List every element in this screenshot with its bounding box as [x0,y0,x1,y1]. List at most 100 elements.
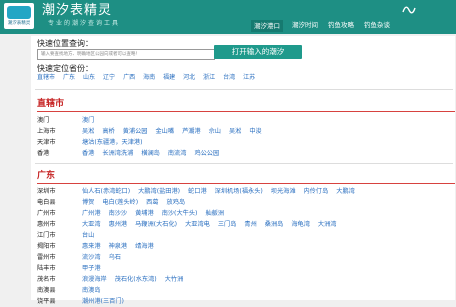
port-link[interactable]: 乌石 [109,254,121,261]
port-links: 流沙湾 乌石 [82,252,129,263]
port-link[interactable]: 大亚湾 [82,221,101,228]
port-links: 潮州港(三百门) [82,296,132,307]
nav-tide-time[interactable]: 潮汐时间 [292,20,318,30]
port-link[interactable]: 佘山 [209,128,221,135]
port-link[interactable]: 惠来港 [82,243,101,250]
port-link[interactable]: 大鹏湾(盐田港) [138,188,180,195]
province-link[interactable]: 浙江 [203,74,215,81]
port-link[interactable]: 塘沽(东疆港，天津港) [82,139,143,146]
region-underline [37,111,455,112]
port-link[interactable]: 横澜岛 [141,150,160,157]
port-link[interactable]: 南沙沙 [109,210,128,217]
port-row: 茂名市 浪漫海岸 茂石化(水东湾) 大竹洲 [37,274,455,285]
port-link[interactable]: 金山嘴 [156,128,175,135]
province-link[interactable]: 福建 [163,74,175,81]
nav-tide-ports[interactable]: 潮汐港口 [251,20,283,32]
port-link[interactable]: 坝光海滩 [271,188,296,195]
port-link[interactable]: 香港 [82,150,94,157]
city-name: 江门市 [37,232,56,239]
port-link[interactable]: 大洲湾 [318,221,337,228]
port-link[interactable]: 高桥 [102,128,114,135]
port-link[interactable]: 青州 [244,221,256,228]
port-link[interactable]: 茂石化(水东湾) [115,276,157,283]
port-link[interactable]: 南流湾 [168,150,187,157]
port-link[interactable]: 神泉港 [109,243,128,250]
search-input[interactable]: 输入要查找地方、明确地区公园向或者可以查略！ [37,49,215,60]
city-name: 南澳县 [37,287,56,294]
port-link[interactable]: 吴淞 [229,128,241,135]
port-link[interactable]: 西葛 [146,199,158,206]
port-link[interactable]: 南沙(大牛头) [162,210,198,217]
city-name: 惠州市 [37,221,56,228]
port-link[interactable]: 潮州港(三百门) [82,298,124,305]
site-logo[interactable]: 潮汐表精灵 [4,3,34,29]
port-link[interactable]: 流沙湾 [82,254,101,261]
port-links: 吴淞 高桥 黄浦公园 金山嘴 芦潮港 佘山 吴淞 中浚 [82,126,270,137]
port-link[interactable]: 马鞭洲(大石化) [135,221,177,228]
port-link[interactable]: 吴淞 [82,128,94,135]
province-link[interactable]: 辽宁 [103,74,115,81]
divider [35,89,453,90]
province-link[interactable]: 海南 [143,74,155,81]
city-name: 饶平县 [37,298,56,305]
province-link[interactable]: 江苏 [243,74,255,81]
port-link[interactable]: 黄埔港 [135,210,154,217]
port-link[interactable]: 广州港 [82,210,101,217]
port-link[interactable]: 蛇口港 [188,188,207,195]
port-link[interactable]: 内伶仃岛 [304,188,329,195]
nav-fishing-talk[interactable]: 钓鱼杂谈 [364,20,390,30]
province-link[interactable]: 广西 [123,74,135,81]
port-row: 雷州市 流沙湾 乌石 [37,252,455,263]
province-link[interactable]: 直辖市 [37,74,55,81]
header: 潮汐表精灵 潮汐表精灵 专业的潮汐查询工具 潮汐港口 潮汐时间 钓鱼攻略 钓鱼杂… [0,0,456,34]
city-name: 澳门 [37,117,50,124]
port-link[interactable]: 长洲湾洗浦 [102,150,133,157]
port-link[interactable]: 中浚 [249,128,261,135]
port-row: 澳门 澳门 [37,115,455,126]
port-row: 惠州市 大亚湾 惠州港 马鞭洲(大石化) 大亚湾电 三门岛 青州 桑洲岛 海龟湾 大洲湾 [37,219,455,230]
province-link[interactable]: 河北 [183,74,195,81]
province-link[interactable]: 台湾 [223,74,235,81]
port-link[interactable]: 放鸡岛 [167,199,186,206]
region-underline [37,183,455,184]
port-link[interactable]: 桑洲岛 [265,221,284,228]
port-link[interactable]: 甲子港 [82,265,101,272]
province-link[interactable]: 广东 [63,74,75,81]
port-link[interactable]: 仙人石(赤湾蛇口) [82,188,130,195]
port-links: 惠来港 神泉港 靖海港 [82,241,162,252]
port-row: 陆丰市 甲子港 [37,263,455,274]
port-link[interactable]: 三门岛 [218,221,237,228]
port-link[interactable]: 深圳机场(福永头) [215,188,263,195]
port-link[interactable]: 澳门 [82,117,94,124]
city-name: 天津市 [37,139,56,146]
search-button[interactable]: 打开输入的潮汐 [214,45,302,59]
port-row: 江门市 台山 [37,230,455,241]
region-title: 广东 [37,171,56,181]
port-links: 博贺 电白(莲头岭) 西葛 放鸡岛 [82,197,193,208]
port-link[interactable]: 电白(莲头岭) [102,199,138,206]
main-panel: 快速位置查询： 输入要查找地方、明确地区公园向或者可以查略！ 打开输入的潮汐 快… [31,36,455,305]
site-title[interactable]: 潮汐表精灵 [42,3,112,19]
port-link[interactable]: 舢舨洲 [205,210,224,217]
port-link[interactable]: 芦潮港 [182,128,201,135]
search-title: 快速位置查询： [37,39,93,48]
port-link[interactable]: 靖海港 [135,243,154,250]
port-links: 南澳岛 [82,285,109,296]
site-slogan: 专业的潮汐查询工具 [48,20,121,27]
port-link[interactable]: 黄浦公园 [123,128,148,135]
port-link[interactable]: 大亚湾电 [185,221,210,228]
city-name: 电白县 [37,199,56,206]
port-link[interactable]: 南澳岛 [82,287,101,294]
port-link[interactable]: 鸡公公园 [194,150,219,157]
port-link[interactable]: 大竹洲 [165,276,184,283]
nav-fishing-guide[interactable]: 钓鱼攻略 [328,20,354,30]
port-link[interactable]: 台山 [82,232,94,239]
port-link[interactable]: 惠州港 [109,221,128,228]
province-link[interactable]: 山东 [83,74,95,81]
port-links: 浪漫海岸 茂石化(水东湾) 大竹洲 [82,274,191,285]
port-link[interactable]: 浪漫海岸 [82,276,107,283]
port-link[interactable]: 博贺 [82,199,94,206]
port-link[interactable]: 海龟湾 [291,221,310,228]
port-link[interactable]: 大鹏湾 [336,188,355,195]
port-links: 澳门 [82,115,102,126]
